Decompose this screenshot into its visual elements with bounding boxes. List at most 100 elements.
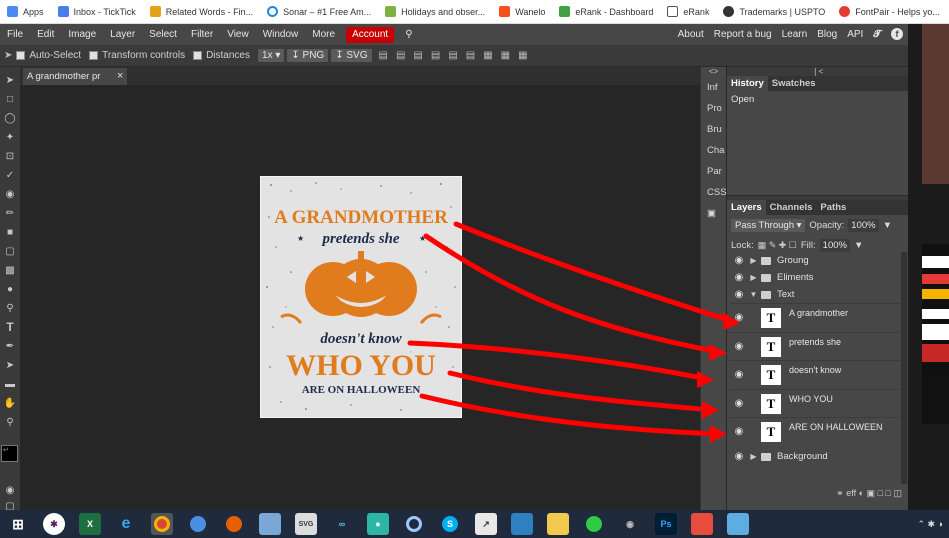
- tab-swatches[interactable]: Swatches: [768, 76, 820, 91]
- document-tab[interactable]: A grandmother pr ×: [23, 68, 127, 85]
- eye-icon[interactable]: ◉: [729, 341, 749, 352]
- bookmark-related-words[interactable]: Related Words - Fin...: [143, 0, 260, 23]
- new-layer-icon[interactable]: □: [886, 488, 891, 498]
- fill-input[interactable]: 100%: [819, 238, 850, 252]
- blur-tool-icon[interactable]: ●: [0, 280, 20, 299]
- menu-select[interactable]: Select: [142, 24, 184, 45]
- excel-icon[interactable]: X: [79, 513, 101, 535]
- eye-icon[interactable]: ◉: [729, 272, 749, 283]
- shape-tool-icon[interactable]: ▬: [0, 375, 20, 394]
- chart-app-icon[interactable]: ↗: [475, 513, 497, 535]
- layer-group[interactable]: ◉ ▶ Eliments: [729, 269, 901, 286]
- brush-tool-icon[interactable]: ✏: [0, 204, 20, 223]
- crop-tool-icon[interactable]: ⊡: [0, 147, 20, 166]
- eye-icon[interactable]: ◉: [729, 426, 749, 437]
- text-layer[interactable]: ◉ T A grandmother: [729, 303, 901, 332]
- opacity-dropdown-icon[interactable]: ▼: [883, 220, 892, 231]
- eye-icon[interactable]: ◉: [729, 398, 749, 409]
- collapse-panel-icon[interactable]: ❘<: [727, 67, 908, 76]
- chrome-icon[interactable]: [151, 513, 173, 535]
- distances-box[interactable]: [193, 51, 203, 60]
- twitter-icon[interactable]: 𝓣: [868, 24, 886, 45]
- photoshop-icon[interactable]: Ps: [655, 513, 677, 535]
- notes-icon[interactable]: [259, 513, 281, 535]
- eye-icon[interactable]: ◉: [729, 289, 749, 300]
- align-middle-icon[interactable]: ▤: [448, 50, 457, 61]
- tab-paths[interactable]: Paths: [816, 200, 850, 215]
- zoom-tool-icon[interactable]: ⚲: [0, 413, 20, 432]
- eye-icon[interactable]: ◉: [729, 312, 749, 323]
- menu-about[interactable]: About: [673, 24, 709, 45]
- distribute-3-icon[interactable]: ▦: [518, 50, 527, 61]
- collapse-icon[interactable]: ▼: [749, 290, 758, 299]
- zoom-select[interactable]: 1x ▾: [257, 49, 285, 62]
- eye-icon[interactable]: ◉: [729, 255, 749, 266]
- expand-icon[interactable]: ▶: [749, 452, 758, 461]
- blend-mode-select[interactable]: Pass Through ▾: [731, 218, 806, 232]
- magic-wand-icon[interactable]: ✦: [0, 128, 20, 147]
- eye-icon[interactable]: ◉: [729, 451, 749, 462]
- gradient-tool-icon[interactable]: ▩: [0, 261, 20, 280]
- strip-character[interactable]: Cha: [701, 140, 726, 161]
- export-png-button[interactable]: ↧ PNG: [287, 49, 329, 62]
- type-tool-icon[interactable]: T: [0, 318, 20, 337]
- mail-icon[interactable]: [511, 513, 533, 535]
- tab-channels[interactable]: Channels: [766, 200, 817, 215]
- cortana-icon[interactable]: [403, 513, 425, 535]
- text-layer[interactable]: ◉ Tpretends she: [729, 331, 901, 361]
- transform-controls-box[interactable]: [89, 51, 99, 60]
- lasso-tool-icon[interactable]: ◯: [0, 109, 20, 128]
- advertisement-panel[interactable]: [908, 24, 949, 510]
- align-bottom-icon[interactable]: ▤: [466, 50, 475, 61]
- align-top-icon[interactable]: ▤: [431, 50, 440, 61]
- bookmark-holidays[interactable]: Holidays and obser...: [378, 0, 492, 23]
- distances-checkbox[interactable]: Distances: [193, 50, 250, 61]
- clone-stamp-icon[interactable]: ■: [0, 223, 20, 242]
- green-app-icon[interactable]: [583, 513, 605, 535]
- skype-icon[interactable]: S: [439, 513, 461, 535]
- align-center-icon[interactable]: ▤: [396, 50, 405, 61]
- move-tool-icon[interactable]: ➤: [0, 71, 20, 90]
- align-left-icon[interactable]: ▤: [379, 50, 388, 61]
- adjustment-icon[interactable]: ◐: [859, 488, 864, 498]
- image-icon[interactable]: ▣: [701, 203, 726, 224]
- account-button[interactable]: Account: [346, 26, 395, 43]
- tab-layers[interactable]: Layers: [727, 200, 766, 215]
- bookmark-sonar[interactable]: Sonar – #1 Free Am...: [260, 0, 378, 23]
- eyedropper-icon[interactable]: ✓: [0, 166, 20, 185]
- search-icon[interactable]: ⚲: [398, 24, 419, 45]
- collapse-strip-icon[interactable]: <>: [701, 67, 726, 77]
- menu-view[interactable]: View: [220, 24, 256, 45]
- menu-filter[interactable]: Filter: [184, 24, 220, 45]
- menu-api[interactable]: API: [842, 24, 868, 45]
- menu-learn[interactable]: Learn: [777, 24, 813, 45]
- layer-group[interactable]: ◉ ▼ Text: [729, 286, 901, 303]
- text-layer[interactable]: ◉ Tdoesn't know: [729, 360, 901, 389]
- window-app-icon[interactable]: [727, 513, 749, 535]
- menu-blog[interactable]: Blog: [812, 24, 842, 45]
- align-right-icon[interactable]: ▤: [413, 50, 422, 61]
- lock-options-icons[interactable]: ▦ ✎ ✚ ☐: [758, 240, 797, 251]
- file-explorer-icon[interactable]: [547, 513, 569, 535]
- tab-history[interactable]: History: [727, 76, 768, 91]
- distribute-2-icon[interactable]: ▦: [501, 50, 510, 61]
- strip-paragraph[interactable]: Par: [701, 161, 726, 182]
- colorful-app-icon[interactable]: [691, 513, 713, 535]
- robot-icon[interactable]: ●: [367, 513, 389, 535]
- poster-artwork[interactable]: A GRANDMOTHER pretends she ★ ★ doesn't k…: [260, 176, 462, 418]
- facebook-icon[interactable]: f: [886, 24, 908, 45]
- history-item-open[interactable]: Open: [727, 91, 908, 108]
- layers-scrollbar[interactable]: [901, 252, 907, 484]
- transform-controls-checkbox[interactable]: Transform controls: [89, 50, 185, 61]
- marquee-tool-icon[interactable]: □: [0, 90, 20, 109]
- strip-brush[interactable]: Bru: [701, 119, 726, 140]
- menu-more[interactable]: More: [305, 24, 342, 45]
- menu-image[interactable]: Image: [61, 24, 103, 45]
- internet-explorer-icon[interactable]: e: [115, 513, 137, 535]
- healing-tool-icon[interactable]: ◉: [0, 185, 20, 204]
- auto-select-checkbox[interactable]: Auto-Select: [16, 50, 81, 61]
- expand-icon[interactable]: ▶: [749, 256, 758, 265]
- eraser-icon[interactable]: ▢: [0, 242, 20, 261]
- foreground-color-swatch[interactable]: ↵: [1, 445, 18, 462]
- bookmark-wanelo[interactable]: Wanelo: [492, 0, 552, 23]
